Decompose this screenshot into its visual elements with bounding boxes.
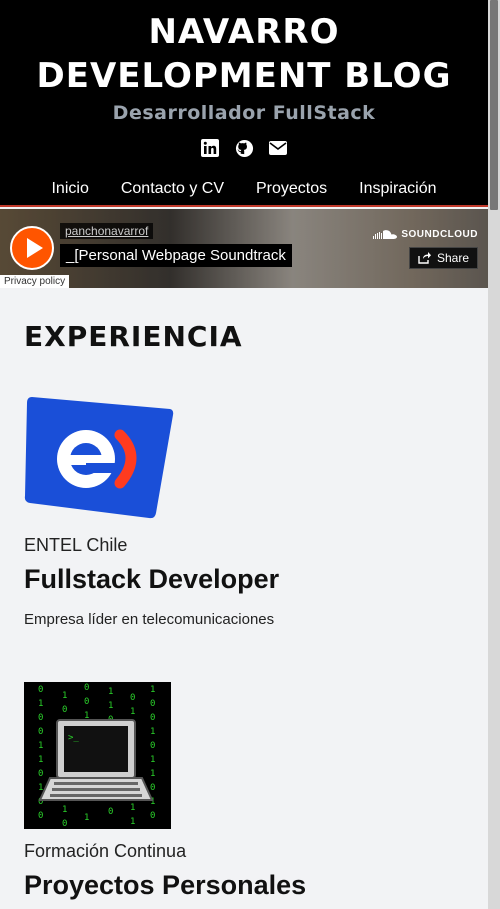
svg-text:1: 1 bbox=[150, 755, 155, 765]
svg-text:1: 1 bbox=[38, 741, 43, 751]
nav-proyectos[interactable]: Proyectos bbox=[256, 180, 327, 198]
svg-text:0: 0 bbox=[62, 819, 67, 829]
svg-text:1: 1 bbox=[150, 769, 155, 779]
svg-text:0: 0 bbox=[150, 713, 155, 723]
main-nav: Inicio Contacto y CV Proyectos Inspiraci… bbox=[0, 180, 488, 198]
svg-text:1: 1 bbox=[150, 727, 155, 737]
svg-text:0: 0 bbox=[150, 783, 155, 793]
github-icon[interactable] bbox=[234, 138, 254, 158]
role-title: Fullstack Developer bbox=[24, 564, 280, 594]
company-name: Formación Continua bbox=[24, 841, 187, 861]
svg-text:0: 0 bbox=[38, 685, 43, 695]
svg-text:0: 0 bbox=[108, 807, 113, 817]
svg-text:0: 0 bbox=[38, 769, 43, 779]
svg-text:>_: >_ bbox=[68, 733, 79, 743]
svg-text:0: 0 bbox=[38, 727, 43, 737]
site-subtitle: Desarrollador FullStack bbox=[112, 102, 376, 124]
section-title: EXPERIENCIA bbox=[24, 320, 243, 353]
site-title-line1: NAVARRO bbox=[148, 12, 340, 52]
role-description: Empresa líder en telecomunicaciones bbox=[24, 611, 275, 628]
entel-logo bbox=[24, 395, 174, 523]
share-button[interactable]: Share bbox=[408, 247, 478, 269]
site-title-line2: DEVELOPMENT BLOG bbox=[36, 56, 452, 96]
site-header: NAVARRO DEVELOPMENT BLOG Desarrollador F… bbox=[0, 0, 488, 207]
page-scrollbar[interactable] bbox=[488, 0, 500, 909]
svg-text:1: 1 bbox=[84, 813, 89, 823]
svg-text:1: 1 bbox=[38, 699, 43, 709]
svg-text:0: 0 bbox=[150, 699, 155, 709]
soundcloud-label: SOUNDCLOUD bbox=[401, 229, 478, 240]
svg-text:1: 1 bbox=[130, 707, 135, 717]
svg-text:1: 1 bbox=[130, 803, 135, 813]
laptop-terminal-logo: 0100110100 1011010 0011 1100 01011 10010… bbox=[24, 682, 171, 829]
experience-section: EXPERIENCIA ENTEL Chile Fullstack Develo… bbox=[24, 320, 464, 901]
svg-text:0: 0 bbox=[84, 697, 89, 707]
track-title[interactable]: _[Personal Webpage Soundtrack bbox=[60, 244, 292, 267]
svg-text:0: 0 bbox=[38, 713, 43, 723]
envelope-icon[interactable] bbox=[268, 138, 288, 158]
svg-text:0: 0 bbox=[150, 811, 155, 821]
soundcloud-logo[interactable]: SOUNDCLOUD bbox=[373, 229, 478, 240]
svg-text:1: 1 bbox=[130, 817, 135, 827]
svg-text:1: 1 bbox=[38, 755, 43, 765]
share-icon bbox=[418, 252, 431, 264]
play-button[interactable] bbox=[10, 226, 54, 270]
experience-item: ENTEL Chile Fullstack Developer Empresa … bbox=[24, 395, 464, 628]
svg-text:0: 0 bbox=[150, 741, 155, 751]
soundcloud-icon bbox=[373, 229, 398, 239]
svg-text:0: 0 bbox=[38, 811, 43, 821]
social-links bbox=[0, 138, 488, 158]
company-name: ENTEL Chile bbox=[24, 535, 128, 555]
svg-text:1: 1 bbox=[150, 685, 155, 695]
linkedin-icon[interactable] bbox=[200, 138, 220, 158]
scrollbar-thumb[interactable] bbox=[490, 0, 498, 210]
svg-text:0: 0 bbox=[84, 683, 89, 693]
svg-text:1: 1 bbox=[62, 691, 67, 701]
uploader-link[interactable]: panchonavarrof bbox=[60, 223, 154, 239]
privacy-policy-link[interactable]: Privacy policy bbox=[0, 275, 70, 288]
nav-contacto-cv[interactable]: Contacto y CV bbox=[121, 180, 224, 198]
svg-text:1: 1 bbox=[38, 783, 43, 793]
share-label: Share bbox=[436, 251, 469, 265]
role-title: Proyectos Personales bbox=[24, 870, 307, 900]
svg-text:1: 1 bbox=[108, 687, 113, 697]
svg-text:0: 0 bbox=[130, 693, 135, 703]
site-title[interactable]: NAVARRO DEVELOPMENT BLOG bbox=[0, 0, 488, 98]
soundcloud-player: panchonavarrof _[Personal Webpage Soundt… bbox=[0, 209, 488, 288]
experience-item: 0100110100 1011010 0011 1100 01011 10010… bbox=[24, 682, 464, 901]
nav-inspiracion[interactable]: Inspiración bbox=[359, 180, 436, 198]
nav-inicio[interactable]: Inicio bbox=[51, 180, 88, 198]
svg-text:1: 1 bbox=[62, 805, 67, 815]
svg-text:0: 0 bbox=[62, 705, 67, 715]
svg-text:1: 1 bbox=[108, 701, 113, 711]
